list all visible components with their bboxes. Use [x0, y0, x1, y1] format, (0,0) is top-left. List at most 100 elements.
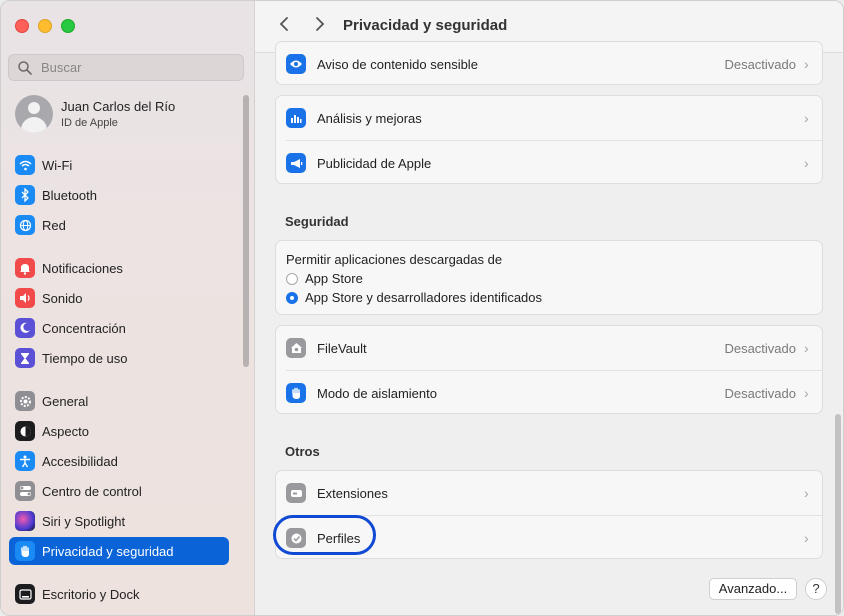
sidebar-item-sound[interactable]: Sonido — [9, 284, 229, 312]
avatar — [15, 95, 53, 133]
sidebar: Juan Carlos del Río ID de Apple Wi-Fi Bl… — [1, 1, 255, 615]
apple-id-account[interactable]: Juan Carlos del Río ID de Apple — [15, 95, 175, 133]
forward-button[interactable] — [309, 15, 331, 37]
sidebar-item-label: Bluetooth — [42, 187, 97, 203]
sidebar-item-label: Concentración — [42, 320, 126, 336]
panel-allow-apps: Permitir aplicaciones descargadas de App… — [275, 240, 823, 315]
row-value: Desactivado — [724, 340, 796, 356]
chevron-right-icon: › — [804, 110, 809, 126]
gear-icon — [15, 391, 35, 411]
row-label: Aviso de contenido sensible — [317, 56, 478, 72]
row-sensitive-content[interactable]: Aviso de contenido sensible Desactivado … — [276, 42, 824, 86]
row-value: Desactivado — [724, 385, 796, 401]
hourglass-icon — [15, 348, 35, 368]
row-label: Modo de aislamiento — [317, 385, 437, 401]
radio-app-store-identified[interactable]: App Store y desarrolladores identificado… — [286, 290, 542, 305]
bluetooth-icon — [15, 185, 35, 205]
wifi-icon — [15, 155, 35, 175]
dock-icon — [15, 584, 35, 604]
section-heading-others: Otros — [285, 444, 320, 459]
sidebar-item-label: Centro de control — [42, 483, 142, 499]
chevron-right-icon: › — [804, 56, 809, 72]
sidebar-item-label: Escritorio y Dock — [42, 586, 140, 602]
sidebar-item-control-center[interactable]: Centro de control — [9, 477, 229, 505]
settings-window: Juan Carlos del Río ID de Apple Wi-Fi Bl… — [0, 0, 844, 616]
megaphone-icon — [286, 153, 306, 173]
row-label: Análisis y mejoras — [317, 110, 422, 126]
help-button[interactable]: ? — [805, 578, 827, 600]
chevron-right-icon: › — [804, 485, 809, 501]
chevron-left-icon — [279, 17, 288, 31]
search-icon — [18, 60, 32, 75]
chevron-right-icon: › — [804, 385, 809, 401]
sidebar-item-privacy-security[interactable]: Privacidad y seguridad — [9, 537, 229, 565]
row-apple-advertising[interactable]: Publicidad de Apple › — [276, 141, 824, 185]
sidebar-item-label: Aspecto — [42, 423, 89, 439]
row-label: Publicidad de Apple — [317, 155, 432, 171]
window-controls — [15, 19, 75, 33]
hand-icon — [15, 541, 35, 561]
allow-apps-label: Permitir aplicaciones descargadas de — [286, 252, 503, 267]
hand-icon — [286, 383, 306, 403]
back-button[interactable] — [273, 15, 295, 37]
row-value: Desactivado — [724, 56, 796, 72]
panel-security-rows: FileVault Desactivado › Modo de aislamie… — [275, 325, 823, 414]
sidebar-item-appearance[interactable]: Aspecto — [9, 417, 229, 445]
sidebar-item-bluetooth[interactable]: Bluetooth — [9, 181, 229, 209]
row-label: FileVault — [317, 340, 367, 356]
accessibility-icon — [15, 451, 35, 471]
chevron-right-icon: › — [804, 340, 809, 356]
sidebar-item-label: Notificaciones — [42, 260, 123, 276]
sidebar-item-label: Wi-Fi — [42, 157, 73, 173]
row-analytics[interactable]: Análisis y mejoras › — [276, 96, 824, 140]
sidebar-item-network[interactable]: Red — [9, 211, 229, 239]
sidebar-item-notifications[interactable]: Notificaciones — [9, 254, 229, 282]
advanced-button[interactable]: Avanzado... — [709, 578, 797, 600]
toggles-icon — [15, 481, 35, 501]
row-filevault[interactable]: FileVault Desactivado › — [276, 326, 824, 370]
panel-analytics-ads: Análisis y mejoras › Publicidad de Apple… — [275, 95, 823, 184]
appearance-icon — [15, 421, 35, 441]
sidebar-item-label: Sonido — [42, 290, 83, 306]
minimize-window-button[interactable] — [38, 19, 52, 33]
row-lockdown-mode[interactable]: Modo de aislamiento Desactivado › — [276, 371, 824, 415]
sidebar-item-siri-spotlight[interactable]: Siri y Spotlight — [9, 507, 229, 535]
search-field[interactable] — [8, 54, 244, 81]
eye-icon — [286, 54, 306, 74]
moon-icon — [15, 318, 35, 338]
page-title: Privacidad y seguridad — [343, 17, 508, 34]
radio-app-store[interactable]: App Store — [286, 271, 363, 286]
sidebar-item-general[interactable]: General — [9, 387, 229, 415]
profiles-highlight-ring — [273, 515, 376, 555]
globe-icon — [15, 215, 35, 235]
chevron-right-icon: › — [804, 155, 809, 171]
sidebar-item-accessibility[interactable]: Accesibilidad — [9, 447, 229, 475]
radio-button-selected[interactable] — [286, 291, 298, 304]
sidebar-item-screen-time[interactable]: Tiempo de uso — [9, 344, 229, 372]
radio-label: App Store — [305, 271, 363, 286]
main-scrollbar[interactable] — [835, 414, 841, 614]
close-window-button[interactable] — [15, 19, 29, 33]
chevron-right-icon: › — [804, 530, 809, 546]
sidebar-item-label: Red — [42, 217, 66, 233]
chevron-right-icon — [316, 17, 325, 31]
chart-icon — [286, 108, 306, 128]
radio-button[interactable] — [286, 272, 298, 285]
puzzle-icon — [286, 483, 306, 503]
speaker-icon — [15, 288, 35, 308]
zoom-window-button[interactable] — [61, 19, 75, 33]
account-name: Juan Carlos del Río — [61, 99, 176, 114]
sidebar-item-desktop-dock[interactable]: Escritorio y Dock — [9, 580, 229, 608]
sidebar-item-label: Tiempo de uso — [42, 350, 128, 366]
sidebar-item-label: Privacidad y seguridad — [42, 543, 174, 559]
bell-icon — [15, 258, 35, 278]
radio-label: App Store y desarrolladores identificado… — [305, 290, 543, 305]
sidebar-item-wifi[interactable]: Wi-Fi — [9, 151, 229, 179]
search-input[interactable] — [39, 59, 233, 76]
main-pane: Privacidad y seguridad Aviso de contenid… — [255, 1, 843, 615]
sidebar-item-label: Siri y Spotlight — [42, 513, 126, 529]
sidebar-item-focus[interactable]: Concentración — [9, 314, 229, 342]
sidebar-scrollbar[interactable] — [243, 95, 249, 367]
house-lock-icon — [286, 338, 306, 358]
row-extensions[interactable]: Extensiones › — [276, 471, 824, 515]
